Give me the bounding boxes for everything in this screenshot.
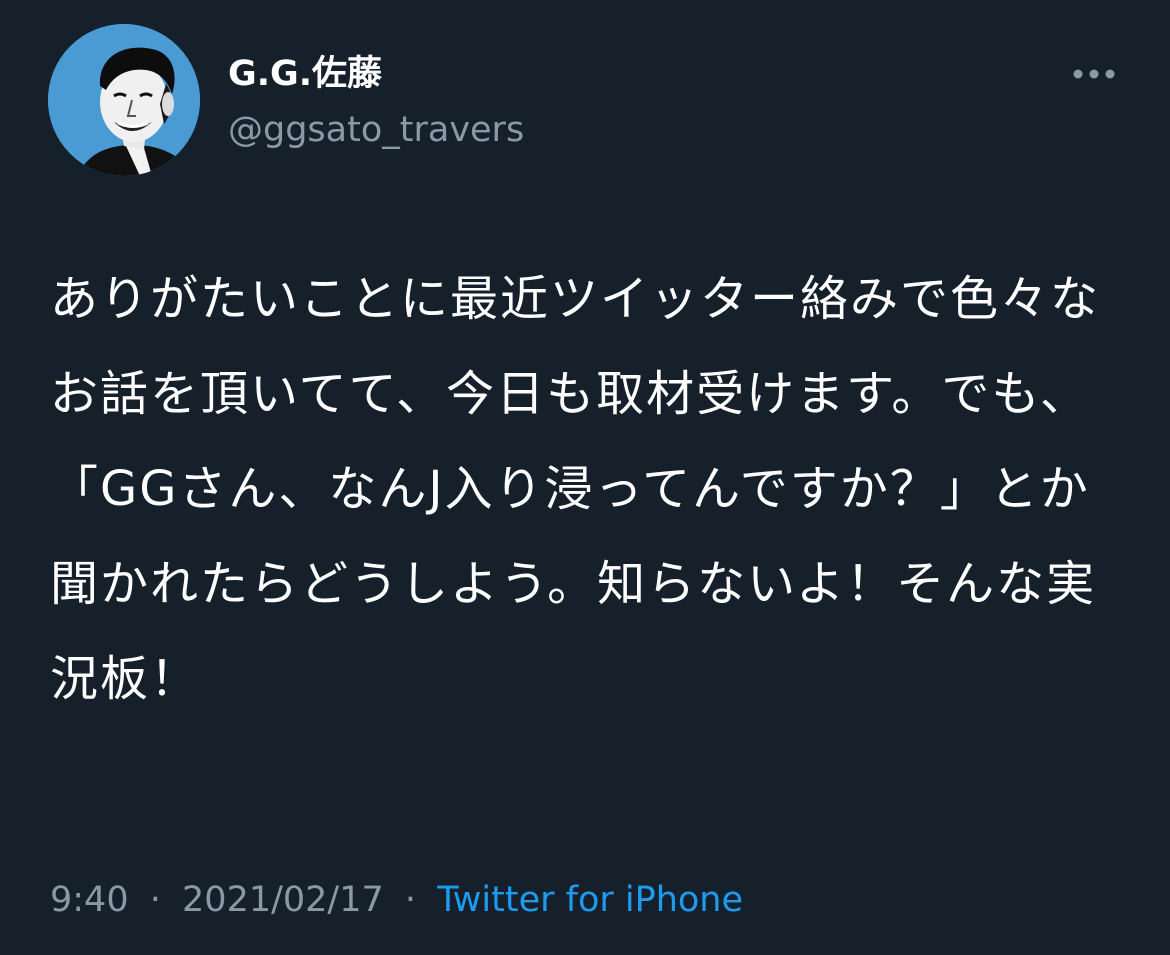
profile-photo-icon bbox=[48, 24, 200, 176]
user-handle[interactable]: @ggsato_travers bbox=[228, 106, 524, 154]
more-options-button[interactable] bbox=[1066, 58, 1122, 90]
avatar[interactable] bbox=[48, 24, 200, 176]
tweet-text: ありがたいことに最近ツイッター絡みで色々なお話を頂いてて、今日も取材受けます。で… bbox=[50, 271, 1101, 707]
tweet-source-link[interactable]: Twitter for iPhone bbox=[437, 880, 743, 920]
tweet-metadata: 9:40 · 2021/02/17 · Twitter for iPhone bbox=[50, 876, 743, 924]
tweet-detail: G.G.佐藤 @ggsato_travers ありがたいことに最近ツイッター絡み… bbox=[0, 0, 1170, 955]
tweet-time[interactable]: 9:40 bbox=[50, 880, 129, 920]
meta-separator: · bbox=[149, 880, 161, 920]
more-dots-icon bbox=[1073, 69, 1115, 79]
meta-separator: · bbox=[404, 880, 417, 920]
display-name[interactable]: G.G.佐藤 bbox=[228, 52, 382, 96]
tweet-date[interactable]: 2021/02/17 bbox=[182, 880, 384, 920]
